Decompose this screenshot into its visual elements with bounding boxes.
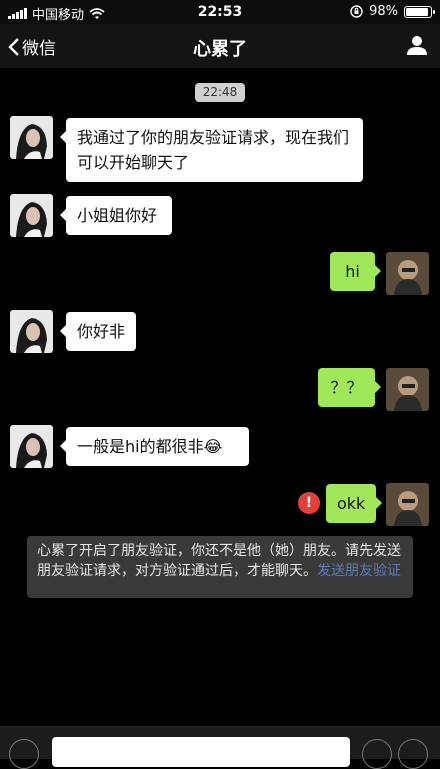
message-bubble-incoming[interactable]: 小姐姐你好 — [60, 196, 172, 235]
laughing-emoji-icon: 😂 — [203, 437, 223, 456]
send-verification-link[interactable]: 发送朋友验证 — [317, 563, 401, 579]
message-bubble-outgoing[interactable]: hi — [330, 252, 381, 291]
my-avatar[interactable] — [386, 252, 429, 295]
status-bar: 中国移动 22:53 98% — [0, 0, 440, 24]
my-avatar[interactable] — [386, 368, 429, 411]
message-input[interactable] — [52, 737, 350, 767]
nav-bar: 微信 心累了 — [0, 24, 440, 68]
battery-fill — [406, 7, 428, 16]
contact-avatar[interactable] — [10, 116, 53, 159]
contact-avatar[interactable] — [10, 310, 53, 353]
message-text: 一般是hi的都很非 — [77, 437, 204, 456]
rotation-lock-icon — [350, 5, 363, 18]
voice-icon[interactable] — [9, 739, 39, 769]
message-bubble-incoming[interactable]: 一般是hi的都很非😂 — [60, 427, 249, 466]
send-failed-icon[interactable]: ! — [298, 492, 320, 514]
contact-avatar[interactable] — [10, 194, 53, 237]
message-bubble-outgoing[interactable]: okk — [326, 484, 382, 523]
battery-percent: 98% — [369, 4, 398, 19]
input-bar — [0, 726, 440, 769]
message-bubble-incoming[interactable]: 你好非 — [60, 312, 136, 351]
friend-verification-notice: 心累了开启了朋友验证，你还不是他（她）朋友。请先发送朋友验证请求，对方验证通过后… — [27, 536, 413, 598]
plus-icon[interactable] — [398, 739, 428, 769]
status-right: 98% — [350, 4, 435, 19]
my-avatar[interactable] — [386, 483, 429, 526]
chat-timestamp: 22:48 — [195, 83, 245, 102]
message-bubble-incoming[interactable]: 我通过了你的朋友验证请求，现在我们可以开始聊天了 — [60, 118, 363, 182]
profile-button[interactable] — [406, 34, 428, 60]
message-bubble-outgoing[interactable]: ？？ — [318, 368, 381, 407]
battery-icon — [404, 5, 435, 18]
contact-avatar[interactable] — [10, 425, 53, 468]
person-icon — [407, 36, 427, 55]
emoji-icon[interactable] — [362, 739, 392, 769]
chat-title: 心累了 — [193, 39, 247, 60]
